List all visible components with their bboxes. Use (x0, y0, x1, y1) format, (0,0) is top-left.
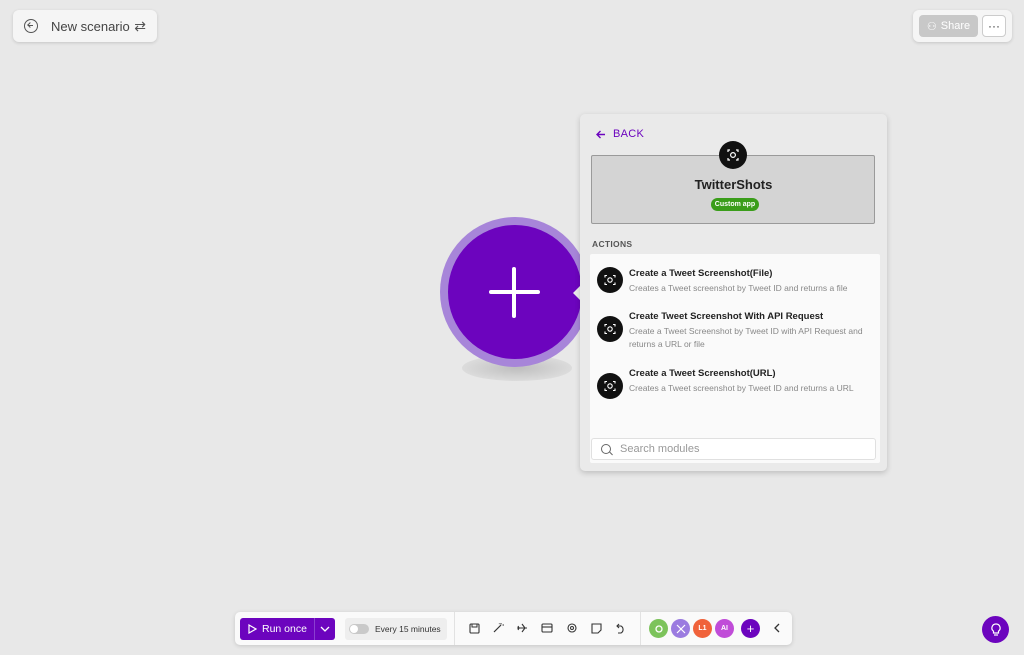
schedule-control[interactable]: Every 15 minutes (345, 618, 447, 640)
action-description: Creates a Tweet screenshot by Tweet ID a… (629, 283, 848, 293)
plus-icon-vertical (512, 267, 516, 318)
action-description: Creates a Tweet screenshot by Tweet ID a… (629, 383, 854, 393)
app-name: TwitterShots (694, 177, 773, 192)
back-label: BACK (613, 128, 645, 140)
arrow-left-icon (596, 130, 605, 138)
save-icon[interactable] (466, 620, 482, 636)
add-tool-button[interactable]: + (741, 619, 760, 638)
divider (454, 612, 455, 645)
layout-icon[interactable] (539, 620, 555, 636)
run-once-button[interactable]: Run once (240, 618, 314, 640)
twittershots-icon (597, 316, 623, 342)
module-picker-panel: BACK TwitterShots Custom app ACTIONS Cre… (580, 114, 887, 471)
play-icon (248, 624, 257, 634)
more-options-button[interactable]: ··· (982, 15, 1006, 37)
search-icon (601, 444, 611, 454)
schedule-label: Every 15 minutes (375, 624, 441, 634)
twittershots-icon (597, 373, 623, 399)
back-link[interactable]: BACK (596, 128, 644, 140)
back-arrow-icon[interactable] (24, 19, 38, 33)
search-input[interactable]: Search modules (620, 443, 700, 455)
action-description: Create a Tweet Screenshot by Tweet ID wi… (629, 326, 863, 349)
twittershots-icon (597, 267, 623, 293)
share-button[interactable]: ⚇ Share (919, 15, 978, 37)
lightbulb-icon[interactable] (982, 616, 1009, 643)
scenario-name[interactable]: New scenario (51, 19, 130, 34)
note-icon[interactable] (588, 620, 604, 636)
gear-icon[interactable] (564, 620, 580, 636)
run-once-label: Run once (262, 623, 307, 635)
search-modules-field[interactable]: Search modules (591, 438, 876, 460)
action-title: Create Tweet Screenshot With API Request (629, 311, 824, 322)
scenario-header: New scenario ⇄ (13, 10, 157, 42)
action-title: Create a Tweet Screenshot(URL) (629, 368, 776, 379)
chevron-down-icon[interactable] (314, 618, 335, 640)
custom-app-badge: Custom app (711, 198, 759, 211)
header-actions: ⚇ Share ··· (913, 10, 1012, 42)
share-icon: ⚇ (926, 20, 937, 33)
airplane-icon[interactable] (514, 620, 530, 636)
l1-pill[interactable]: L1 (693, 619, 712, 638)
chevron-left-icon[interactable] (769, 620, 785, 636)
swap-icon[interactable]: ⇄ (134, 18, 146, 35)
flow-control-icon[interactable] (671, 619, 690, 638)
twittershots-logo-icon (719, 141, 747, 169)
share-label: Share (940, 20, 971, 32)
magic-wand-icon[interactable] (490, 620, 506, 636)
divider (640, 612, 641, 645)
schedule-toggle[interactable] (349, 624, 369, 634)
bottom-toolbar: Run once Every 15 minutes L1 AI + (235, 612, 792, 645)
tools-icon[interactable] (649, 619, 668, 638)
action-title: Create a Tweet Screenshot(File) (629, 268, 773, 279)
ai-pill[interactable]: AI (715, 619, 734, 638)
actions-list: Create a Tweet Screenshot(File) Creates … (590, 254, 880, 463)
undo-icon[interactable] (612, 620, 628, 636)
section-title: ACTIONS (592, 239, 633, 249)
